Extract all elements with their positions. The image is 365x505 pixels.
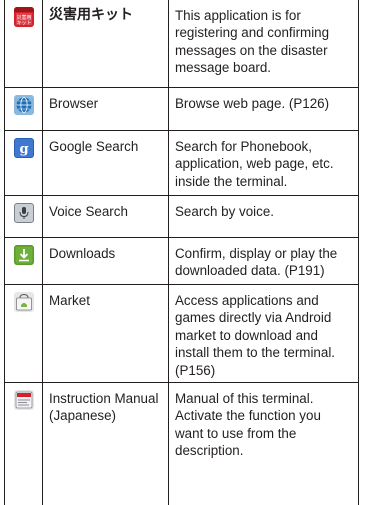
icon-cell: 災害用 キット [5,0,43,87]
table-row: Browser Browse web page. (P126) [5,88,358,131]
app-description: Access applications and games directly v… [175,293,336,378]
table-row: 災害用 キット 災害用キット This application is for r… [5,0,358,88]
table-row: Instruction Manual (Japanese) Manual of … [5,383,358,505]
icon-cell [5,285,43,382]
app-description: Browse web page. (P126) [175,96,330,111]
app-description: This application is for registering and … [175,8,330,76]
app-name: 災害用キット [43,0,169,87]
table-row: g Google Search Search for Phonebook, ap… [5,131,358,196]
icon-cell [5,196,43,237]
app-name: Market [43,285,169,382]
manual-book-icon [13,390,34,410]
disaster-kit-icon: 災害用 キット [13,7,34,27]
browser-globe-icon [13,95,34,115]
app-name: Downloads [43,238,169,284]
app-name: Google Search [43,131,169,195]
app-description: Search for Phonebook, application, web p… [175,139,334,189]
google-search-icon: g [13,138,34,158]
app-name: Voice Search [43,196,169,237]
app-name: Instruction Manual (Japanese) [43,383,169,505]
market-bag-icon [13,292,34,312]
icon-cell [5,88,43,130]
download-icon [13,245,34,265]
app-description: Confirm, display or play the downloaded … [175,246,338,279]
app-name: Browser [43,88,169,130]
svg-text:キット: キット [16,21,31,27]
table-row: Downloads Confirm, display or play the d… [5,238,358,285]
microphone-icon [13,203,34,223]
table-row: Voice Search Search by voice. [5,196,358,238]
icon-cell: g [5,131,43,195]
table-row: Market Access applications and games dir… [5,285,358,383]
app-description: Manual of this terminal. Activate the fu… [175,391,321,459]
icon-cell [5,383,43,505]
app-list-table: 災害用 キット 災害用キット This application is for r… [4,0,359,505]
icon-cell [5,238,43,284]
app-description: Search by voice. [175,204,274,219]
svg-text:g: g [19,142,28,157]
